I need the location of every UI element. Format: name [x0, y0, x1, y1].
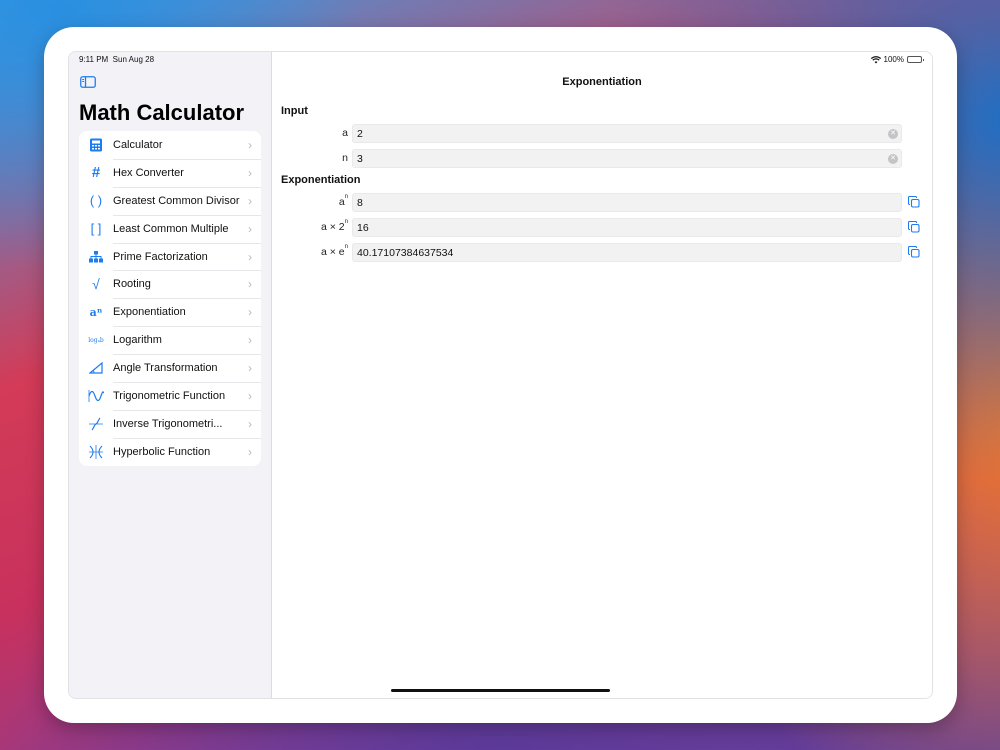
clear-icon[interactable]: ✕	[888, 154, 898, 164]
detail-pane: Exponentiation Input a 2 ✕ n 3 ✕ Exponen…	[272, 52, 932, 698]
sidebar-toggle-icon[interactable]	[80, 76, 96, 88]
sidebar-item-label: Rooting	[113, 278, 151, 291]
chevron-right-icon: ›	[248, 444, 252, 459]
log-icon: logₐb	[88, 336, 104, 344]
sidebar-item-label: Logarithm	[113, 334, 162, 347]
sidebar-item-label: Least Common Multiple	[113, 222, 229, 235]
n-input-value: 3	[357, 153, 363, 165]
calculator-icon	[79, 138, 113, 152]
angle-icon	[79, 362, 113, 374]
tree-icon	[79, 250, 113, 263]
battery-percent: 100%	[883, 55, 904, 64]
sidebar-item-label: Hex Converter	[113, 166, 184, 179]
input-label: n	[342, 152, 348, 164]
battery-icon	[907, 56, 924, 63]
brackets-icon: [ ]	[90, 221, 102, 237]
status-date: Sun Aug 28	[112, 55, 155, 64]
chevron-right-icon: ›	[248, 333, 252, 348]
chevron-right-icon: ›	[248, 361, 252, 376]
sidebar-item-label: Calculator	[113, 138, 163, 151]
chevron-right-icon: ›	[248, 388, 252, 403]
wifi-icon	[870, 55, 881, 63]
wave-icon	[79, 389, 113, 402]
result-label: a × 2n	[321, 219, 348, 233]
home-indicator[interactable]	[391, 689, 610, 692]
sidebar-item-trigonometric-function[interactable]: Trigonometric Function ›	[79, 382, 261, 410]
sidebar-item-rooting[interactable]: √ Rooting ›	[79, 270, 261, 298]
sidebar-item-calculator[interactable]: Calculator ›	[79, 131, 261, 159]
result-label-base: a × 2	[321, 221, 345, 233]
result-field: 16	[352, 218, 902, 237]
result-label-base: a × e	[321, 246, 345, 258]
a-input-value: 2	[357, 128, 363, 140]
sidebar-item-hyperbolic-function[interactable]: Hyperbolic Function ›	[79, 437, 261, 466]
result-section-header: Exponentiation	[281, 174, 361, 186]
status-bar: 9:11 PM Sun Aug 28 100%	[69, 52, 932, 68]
result-value: 40.17107384637534	[357, 247, 454, 259]
input-row-n: n 3 ✕	[272, 149, 932, 168]
result-value: 8	[357, 197, 363, 209]
result-row-a-times-2-pow-n: a × 2n 16	[272, 218, 932, 237]
sidebar-item-prime-factorization[interactable]: Prime Factorization ›	[79, 242, 261, 271]
hash-icon: #	[91, 164, 101, 182]
result-label-sup: n	[344, 219, 348, 225]
ipad-frame: 9:11 PM Sun Aug 28 100% Math Calculator	[44, 27, 957, 723]
result-value: 16	[357, 222, 369, 234]
sidebar-item-label: Hyperbolic Function	[113, 445, 211, 458]
result-field: 8	[352, 193, 902, 212]
page-title: Exponentiation	[562, 76, 642, 88]
sidebar: Math Calculator Calculator › # Hex Conve…	[69, 52, 272, 698]
chevron-right-icon: ›	[248, 137, 252, 152]
result-row-a-times-e-pow-n: a × en 40.17107384637534	[272, 243, 932, 262]
copy-icon[interactable]	[908, 221, 920, 233]
status-indicators: 100%	[870, 55, 924, 64]
copy-icon[interactable]	[908, 246, 920, 258]
parentheses-icon: ( )	[89, 193, 103, 209]
a-input-field[interactable]: 2 ✕	[352, 124, 902, 143]
clear-icon[interactable]: ✕	[888, 129, 898, 139]
sidebar-item-label: Prime Factorization	[113, 250, 208, 263]
sidebar-item-logarithm[interactable]: logₐb Logarithm ›	[79, 326, 261, 354]
result-label-base: a	[338, 196, 345, 208]
chevron-right-icon: ›	[248, 416, 252, 431]
sidebar-item-exponentiation[interactable]: aⁿ Exponentiation ›	[79, 298, 261, 326]
chevron-right-icon: ›	[248, 193, 252, 208]
input-section-header: Input	[281, 105, 308, 117]
chevron-right-icon: ›	[248, 305, 252, 320]
sidebar-item-gcd[interactable]: ( ) Greatest Common Divisor ›	[79, 186, 261, 215]
status-time: 9:11 PM Sun Aug 28	[79, 55, 154, 64]
result-label: an	[338, 194, 348, 208]
result-label: a × en	[321, 244, 348, 258]
result-field: 40.17107384637534	[352, 243, 902, 262]
sidebar-item-label: Inverse Trigonometri...	[113, 417, 223, 430]
input-label: a	[342, 127, 348, 139]
chevron-right-icon: ›	[248, 221, 252, 236]
sidebar-item-label: Greatest Common Divisor	[113, 194, 240, 207]
sidebar-item-hex-converter[interactable]: # Hex Converter ›	[79, 158, 261, 187]
app-screen: 9:11 PM Sun Aug 28 100% Math Calculator	[68, 51, 933, 699]
result-label-sup: n	[344, 244, 348, 250]
copy-icon[interactable]	[908, 196, 920, 208]
chevron-right-icon: ›	[248, 277, 252, 292]
sidebar-item-label: Trigonometric Function	[113, 389, 226, 402]
sidebar-menu: Calculator › # Hex Converter › ( ) Great…	[79, 131, 261, 466]
status-time-text: 9:11 PM	[79, 55, 109, 64]
sidebar-item-label: Exponentiation	[113, 306, 186, 319]
square-root-icon: √	[92, 276, 100, 293]
inverse-wave-icon	[79, 417, 113, 431]
chevron-right-icon: ›	[248, 165, 252, 180]
sidebar-item-inverse-trigonometric[interactable]: Inverse Trigonometri... ›	[79, 409, 261, 438]
n-input-field[interactable]: 3 ✕	[352, 149, 902, 168]
result-row-a-pow-n: an 8	[272, 193, 932, 212]
hyperbolic-icon	[79, 444, 113, 459]
result-label-sup: n	[344, 194, 348, 200]
sidebar-item-lcm[interactable]: [ ] Least Common Multiple ›	[79, 214, 261, 243]
sidebar-item-angle-transformation[interactable]: Angle Transformation ›	[79, 354, 261, 382]
chevron-right-icon: ›	[248, 249, 252, 264]
sidebar-item-label: Angle Transformation	[113, 362, 218, 375]
exponent-icon: aⁿ	[89, 305, 103, 319]
input-row-a: a 2 ✕	[272, 124, 932, 143]
app-title: Math Calculator	[79, 100, 245, 125]
